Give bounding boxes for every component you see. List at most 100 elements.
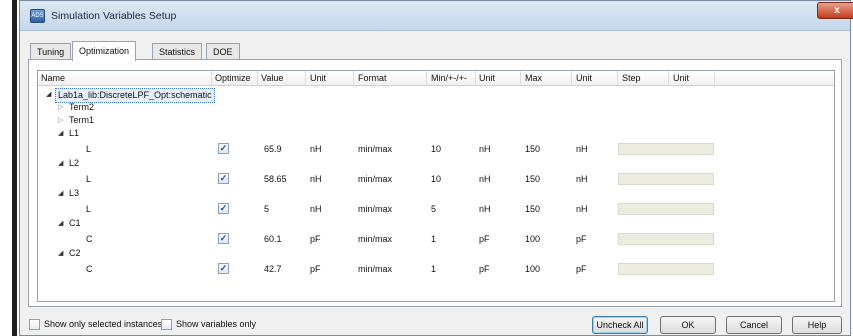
optimize-checkbox[interactable]: ✓ xyxy=(218,203,229,214)
expand-arrow-icon[interactable]: ◢ xyxy=(58,127,63,140)
variable-row-c1[interactable]: C ✓ 60.1 pF min/max 1 pF 100 pF xyxy=(38,232,834,246)
tree-row-l3[interactable]: ◢ L3 xyxy=(38,187,834,201)
tree-row-l2[interactable]: ◢ L2 xyxy=(38,157,834,171)
min-unit-cell[interactable]: pF xyxy=(479,263,490,275)
column-divider[interactable] xyxy=(257,71,258,86)
format-cell[interactable]: min/max xyxy=(358,263,392,275)
min-unit-cell[interactable]: nH xyxy=(479,143,491,155)
tab-statistics[interactable]: Statistics xyxy=(152,43,203,60)
variable-row-l3[interactable]: L ✓ 5 nH min/max 5 nH 150 nH xyxy=(38,202,834,216)
optimize-checkbox[interactable]: ✓ xyxy=(218,143,229,154)
column-divider[interactable] xyxy=(520,71,521,86)
show-variables-checkbox[interactable] xyxy=(161,319,172,330)
column-header-value[interactable]: Value xyxy=(261,73,283,83)
optimize-checkbox[interactable]: ✓ xyxy=(218,173,229,184)
help-button[interactable]: Help xyxy=(792,316,842,334)
unit-cell[interactable]: pF xyxy=(310,263,321,275)
column-header-min[interactable]: Min/+-/+- xyxy=(431,73,467,83)
value-cell[interactable]: 5 xyxy=(264,203,269,215)
min-unit-cell[interactable]: nH xyxy=(479,173,491,185)
max-cell[interactable]: 150 xyxy=(525,203,540,215)
tree-row-term1[interactable]: ▷ Term1 xyxy=(38,114,834,128)
tab-tuning[interactable]: Tuning xyxy=(30,43,72,60)
max-cell[interactable]: 100 xyxy=(525,263,540,275)
optimize-checkbox[interactable]: ✓ xyxy=(218,263,229,274)
column-divider[interactable] xyxy=(617,71,618,86)
unit-cell[interactable]: nH xyxy=(310,143,322,155)
min-unit-cell[interactable]: nH xyxy=(479,203,491,215)
variable-row-l2[interactable]: L ✓ 58.65 nH min/max 10 nH 150 nH xyxy=(38,172,834,186)
column-divider[interactable] xyxy=(714,71,715,86)
max-unit-cell[interactable]: nH xyxy=(576,173,588,185)
uncheck-all-button[interactable]: Uncheck All xyxy=(592,316,648,334)
expand-arrow-icon[interactable]: ◢ xyxy=(46,88,51,101)
expand-arrow-icon[interactable]: ◢ xyxy=(58,157,63,170)
column-divider[interactable] xyxy=(426,71,427,86)
collapse-arrow-icon[interactable]: ▷ xyxy=(58,101,63,114)
max-unit-cell[interactable]: pF xyxy=(576,233,587,245)
max-cell[interactable]: 150 xyxy=(525,143,540,155)
unit-cell[interactable]: nH xyxy=(310,173,322,185)
unit-cell[interactable]: pF xyxy=(310,233,321,245)
max-unit-cell[interactable]: nH xyxy=(576,203,588,215)
column-divider[interactable] xyxy=(571,71,572,86)
min-cell[interactable]: 10 xyxy=(431,173,441,185)
format-cell[interactable]: min/max xyxy=(358,203,392,215)
optimize-checkbox[interactable]: ✓ xyxy=(218,233,229,244)
ok-button[interactable]: OK xyxy=(660,316,716,334)
variables-grid[interactable]: Name Optimize Value Unit Format Min/+-/+… xyxy=(37,70,835,302)
show-selected-label[interactable]: Show only selected instances xyxy=(44,319,162,330)
show-variables-label[interactable]: Show variables only xyxy=(176,319,256,330)
column-header-step[interactable]: Step xyxy=(622,73,641,83)
collapse-arrow-icon[interactable]: ▷ xyxy=(58,114,63,127)
column-divider[interactable] xyxy=(475,71,476,86)
cancel-button[interactable]: Cancel xyxy=(726,316,782,334)
max-unit-cell[interactable]: pF xyxy=(576,263,587,275)
value-cell[interactable]: 60.1 xyxy=(264,233,282,245)
column-header-unit[interactable]: Unit xyxy=(310,73,326,83)
step-field[interactable] xyxy=(618,173,714,185)
column-header-max-unit[interactable]: Unit xyxy=(576,73,592,83)
column-divider[interactable] xyxy=(668,71,669,86)
value-cell[interactable]: 65.9 xyxy=(264,143,282,155)
column-divider[interactable] xyxy=(211,71,212,86)
variable-row-l1[interactable]: L ✓ 65.9 nH min/max 10 nH 150 nH xyxy=(38,142,834,156)
expand-arrow-icon[interactable]: ◢ xyxy=(58,217,63,230)
tab-optimization[interactable]: Optimization xyxy=(72,41,137,61)
tree-row-c2[interactable]: ◢ C2 xyxy=(38,247,834,261)
expand-arrow-icon[interactable]: ◢ xyxy=(58,187,63,200)
format-cell[interactable]: min/max xyxy=(358,173,392,185)
min-cell[interactable]: 1 xyxy=(431,233,436,245)
column-header-name[interactable]: Name xyxy=(41,73,65,83)
min-cell[interactable]: 5 xyxy=(431,203,436,215)
value-cell[interactable]: 58.65 xyxy=(264,173,287,185)
min-cell[interactable]: 10 xyxy=(431,143,441,155)
format-cell[interactable]: min/max xyxy=(358,143,392,155)
step-field[interactable] xyxy=(618,143,714,155)
variable-row-c2[interactable]: C ✓ 42.7 pF min/max 1 pF 100 pF xyxy=(38,262,834,276)
title-bar[interactable]: ADS Simulation Variables Setup x xyxy=(20,1,853,31)
column-header-min-unit[interactable]: Unit xyxy=(479,73,495,83)
unit-cell[interactable]: nH xyxy=(310,203,322,215)
tree-row-l1[interactable]: ◢ L1 xyxy=(38,127,834,141)
close-button[interactable]: x xyxy=(817,2,853,19)
min-cell[interactable]: 1 xyxy=(431,263,436,275)
tab-doe[interactable]: DOE xyxy=(206,43,240,60)
column-divider[interactable] xyxy=(305,71,306,86)
format-cell[interactable]: min/max xyxy=(358,233,392,245)
step-field[interactable] xyxy=(618,263,714,275)
value-cell[interactable]: 42.7 xyxy=(264,263,282,275)
column-divider[interactable] xyxy=(353,71,354,86)
max-unit-cell[interactable]: nH xyxy=(576,143,588,155)
step-field[interactable] xyxy=(618,233,714,245)
expand-arrow-icon[interactable]: ◢ xyxy=(58,247,63,260)
column-header-optimize[interactable]: Optimize xyxy=(215,73,251,83)
tree-row-root[interactable]: ◢ Lab1a_lib:DiscreteLPF_Opt:schematic xyxy=(38,88,834,103)
min-unit-cell[interactable]: pF xyxy=(479,233,490,245)
show-selected-checkbox[interactable] xyxy=(29,319,40,330)
step-field[interactable] xyxy=(618,203,714,215)
max-cell[interactable]: 100 xyxy=(525,233,540,245)
tree-row-c1[interactable]: ◢ C1 xyxy=(38,217,834,231)
column-header-step-unit[interactable]: Unit xyxy=(673,73,689,83)
max-cell[interactable]: 150 xyxy=(525,173,540,185)
